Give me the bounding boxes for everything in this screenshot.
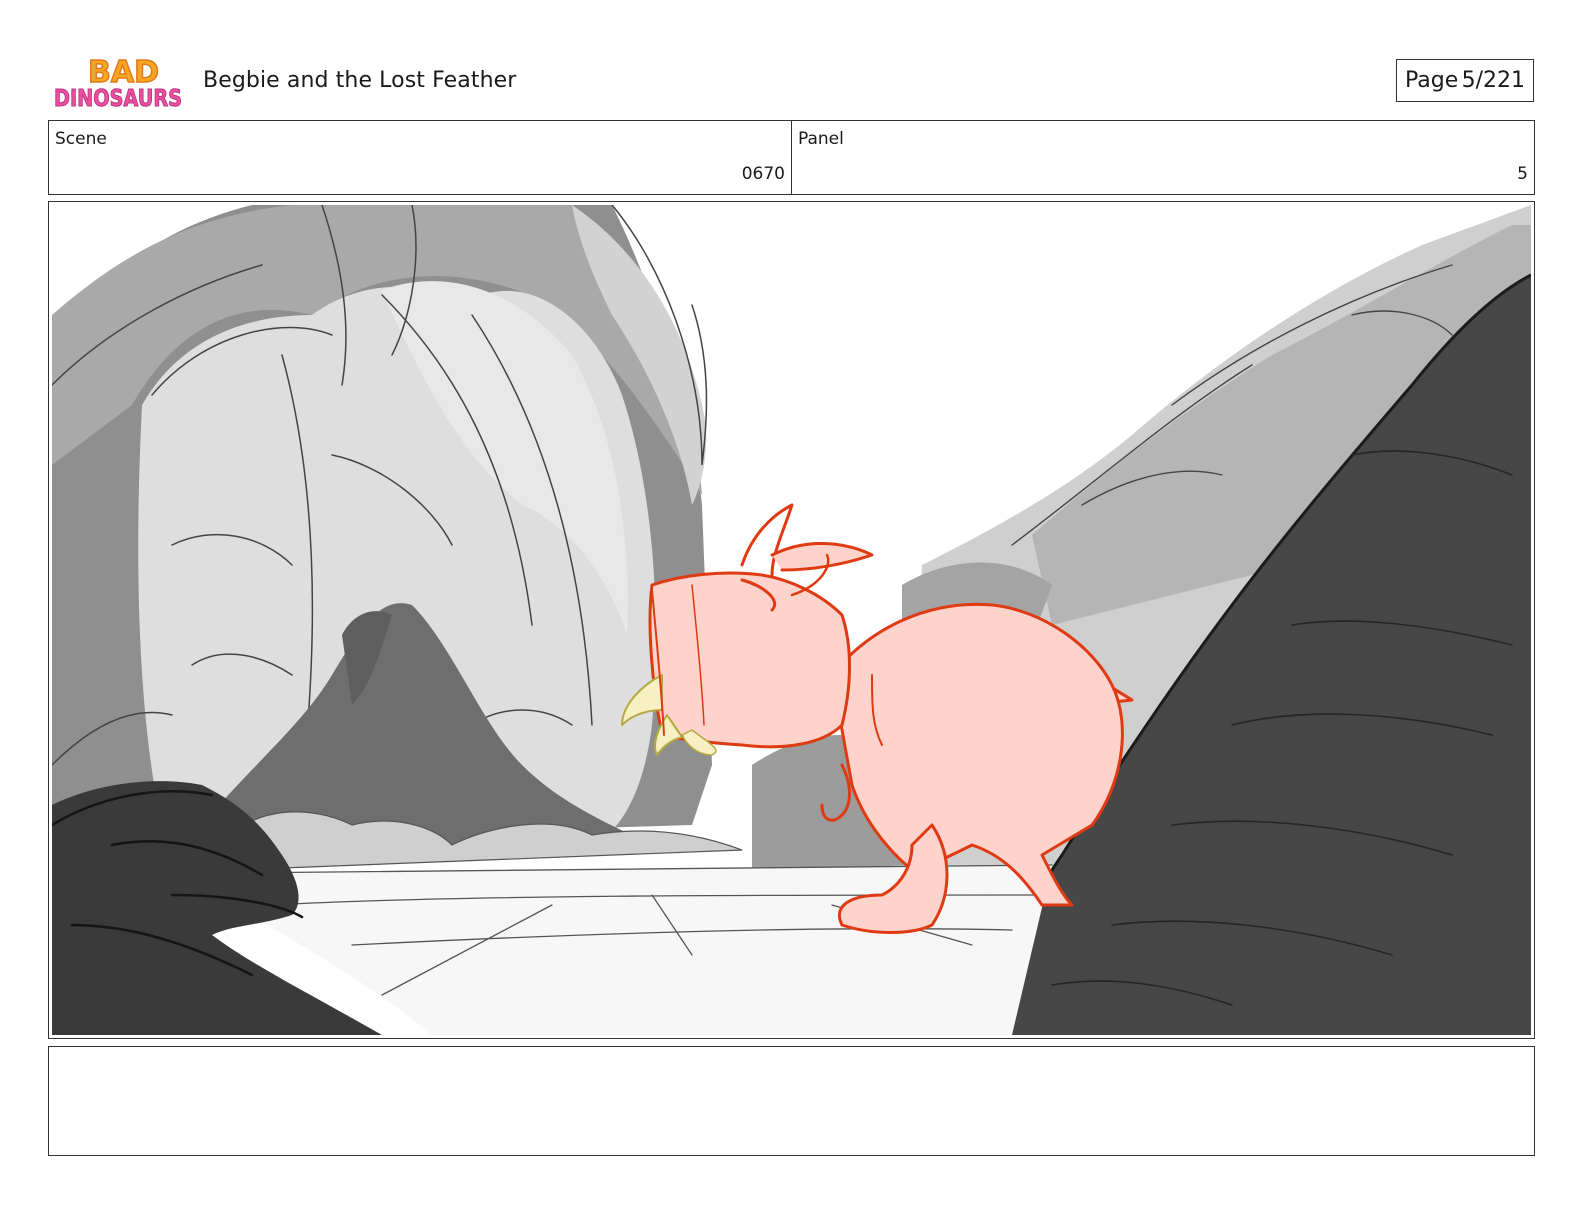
- panel-notes: [48, 1046, 1535, 1156]
- page-indicator: Page 5/221: [1396, 59, 1534, 102]
- storyboard-panel: [48, 201, 1535, 1039]
- panel-number: 5: [1517, 164, 1528, 184]
- page-label: Page: [1405, 68, 1459, 93]
- document-title: Begbie and the Lost Feather: [203, 68, 517, 93]
- scene-number: 0670: [741, 164, 785, 184]
- scene-cell: Scene 0670: [49, 121, 791, 194]
- storyboard-sketch: [52, 205, 1531, 1035]
- svg-text:BAD: BAD: [88, 55, 159, 90]
- bad-dinosaurs-logo: BAD DINOSAURS: [54, 54, 183, 112]
- svg-text:DINOSAURS: DINOSAURS: [54, 86, 182, 112]
- scene-label: Scene: [55, 129, 107, 149]
- page-number: 5/221: [1461, 68, 1525, 93]
- panel-label: Panel: [798, 129, 844, 149]
- scene-panel-row: Scene 0670 Panel 5: [48, 120, 1535, 195]
- panel-cell: Panel 5: [791, 121, 1534, 194]
